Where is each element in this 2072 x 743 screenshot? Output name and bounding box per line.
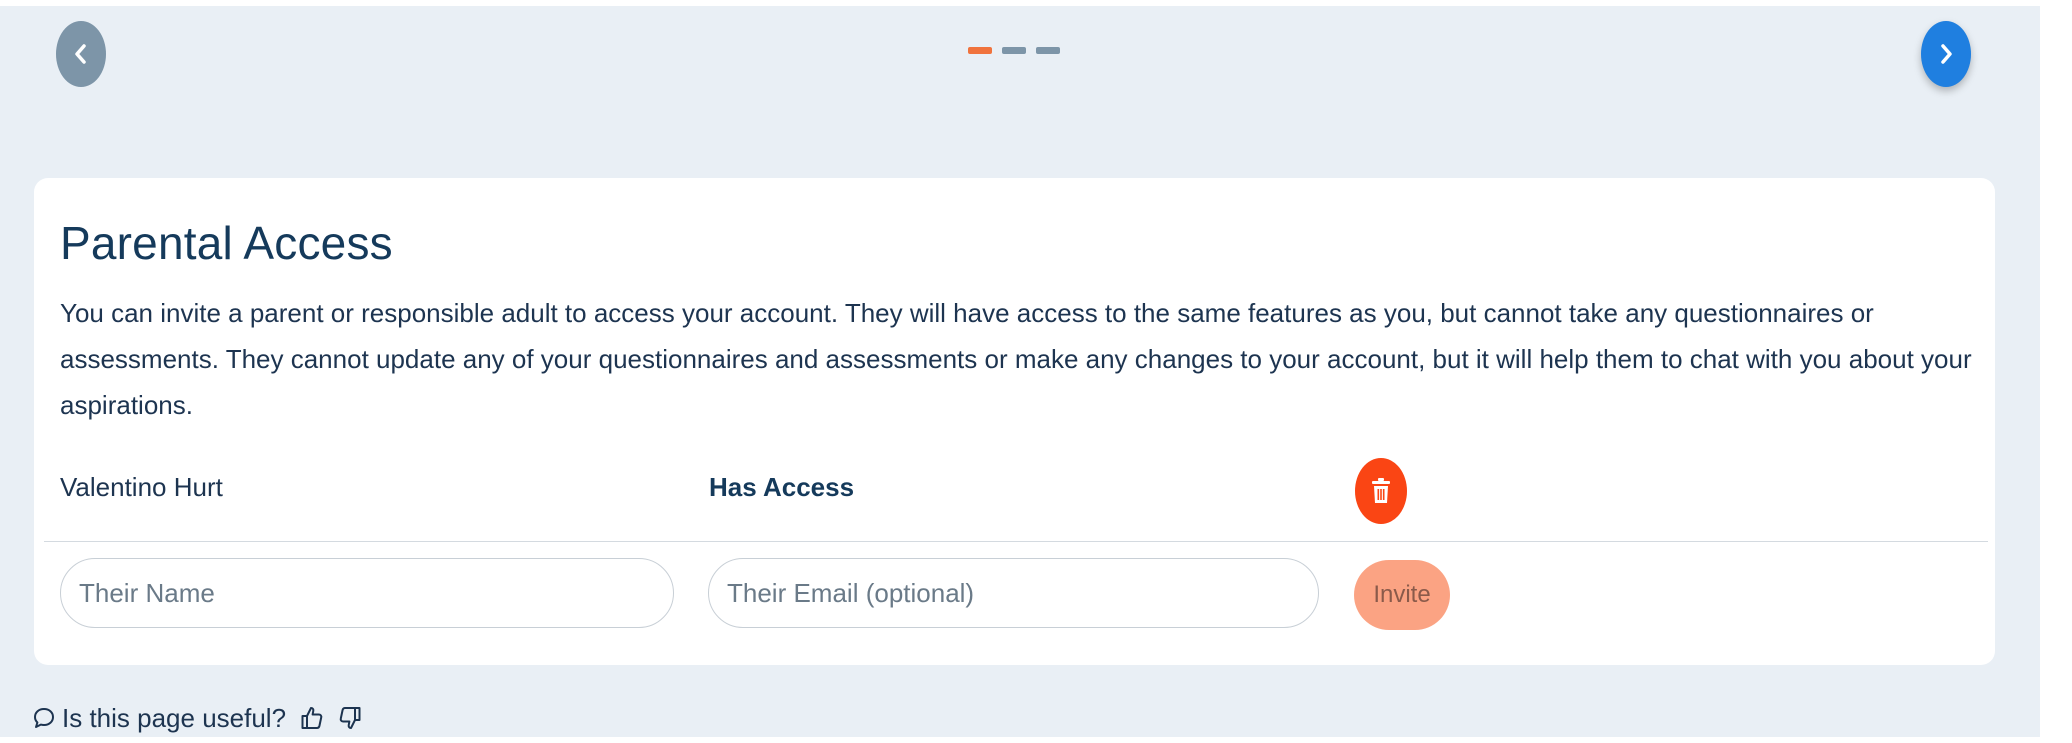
pager-dot-3[interactable] [1036, 47, 1060, 54]
invite-button[interactable]: Invite [1354, 560, 1450, 630]
card-description: You can invite a parent or responsible a… [60, 298, 1972, 420]
chevron-left-icon [75, 44, 86, 64]
pager-dot-2[interactable] [1002, 47, 1026, 54]
thumbs-down-icon[interactable] [338, 705, 362, 731]
pager-dot-1[interactable] [968, 47, 992, 54]
chevron-right-icon [1941, 44, 1952, 64]
trash-icon [1372, 478, 1390, 503]
feedback-question: Is this page useful? [62, 702, 287, 733]
carousel-next-button[interactable] [1921, 21, 1971, 87]
member-name: Valentino Hurt [60, 472, 223, 502]
invite-name-input[interactable] [60, 558, 674, 628]
page-feedback: Is this page useful? [32, 701, 362, 735]
member-access-status: Has Access [709, 472, 855, 502]
carousel-pager [968, 47, 1060, 54]
row-divider [44, 541, 1988, 542]
parental-access-card: Parental Access You can invite a parent … [34, 178, 1995, 665]
carousel-prev-button[interactable] [56, 21, 106, 87]
page: Parental Access You can invite a parent … [0, 0, 2072, 743]
card-title: Parental Access [60, 217, 393, 269]
invite-email-input[interactable] [708, 558, 1319, 628]
comment-icon [32, 706, 56, 730]
member-row: Valentino Hurt Has Access [60, 458, 1960, 524]
thumbs-up-icon[interactable] [300, 705, 324, 731]
page-background: Parental Access You can invite a parent … [0, 6, 2040, 737]
delete-member-button[interactable] [1355, 458, 1407, 524]
